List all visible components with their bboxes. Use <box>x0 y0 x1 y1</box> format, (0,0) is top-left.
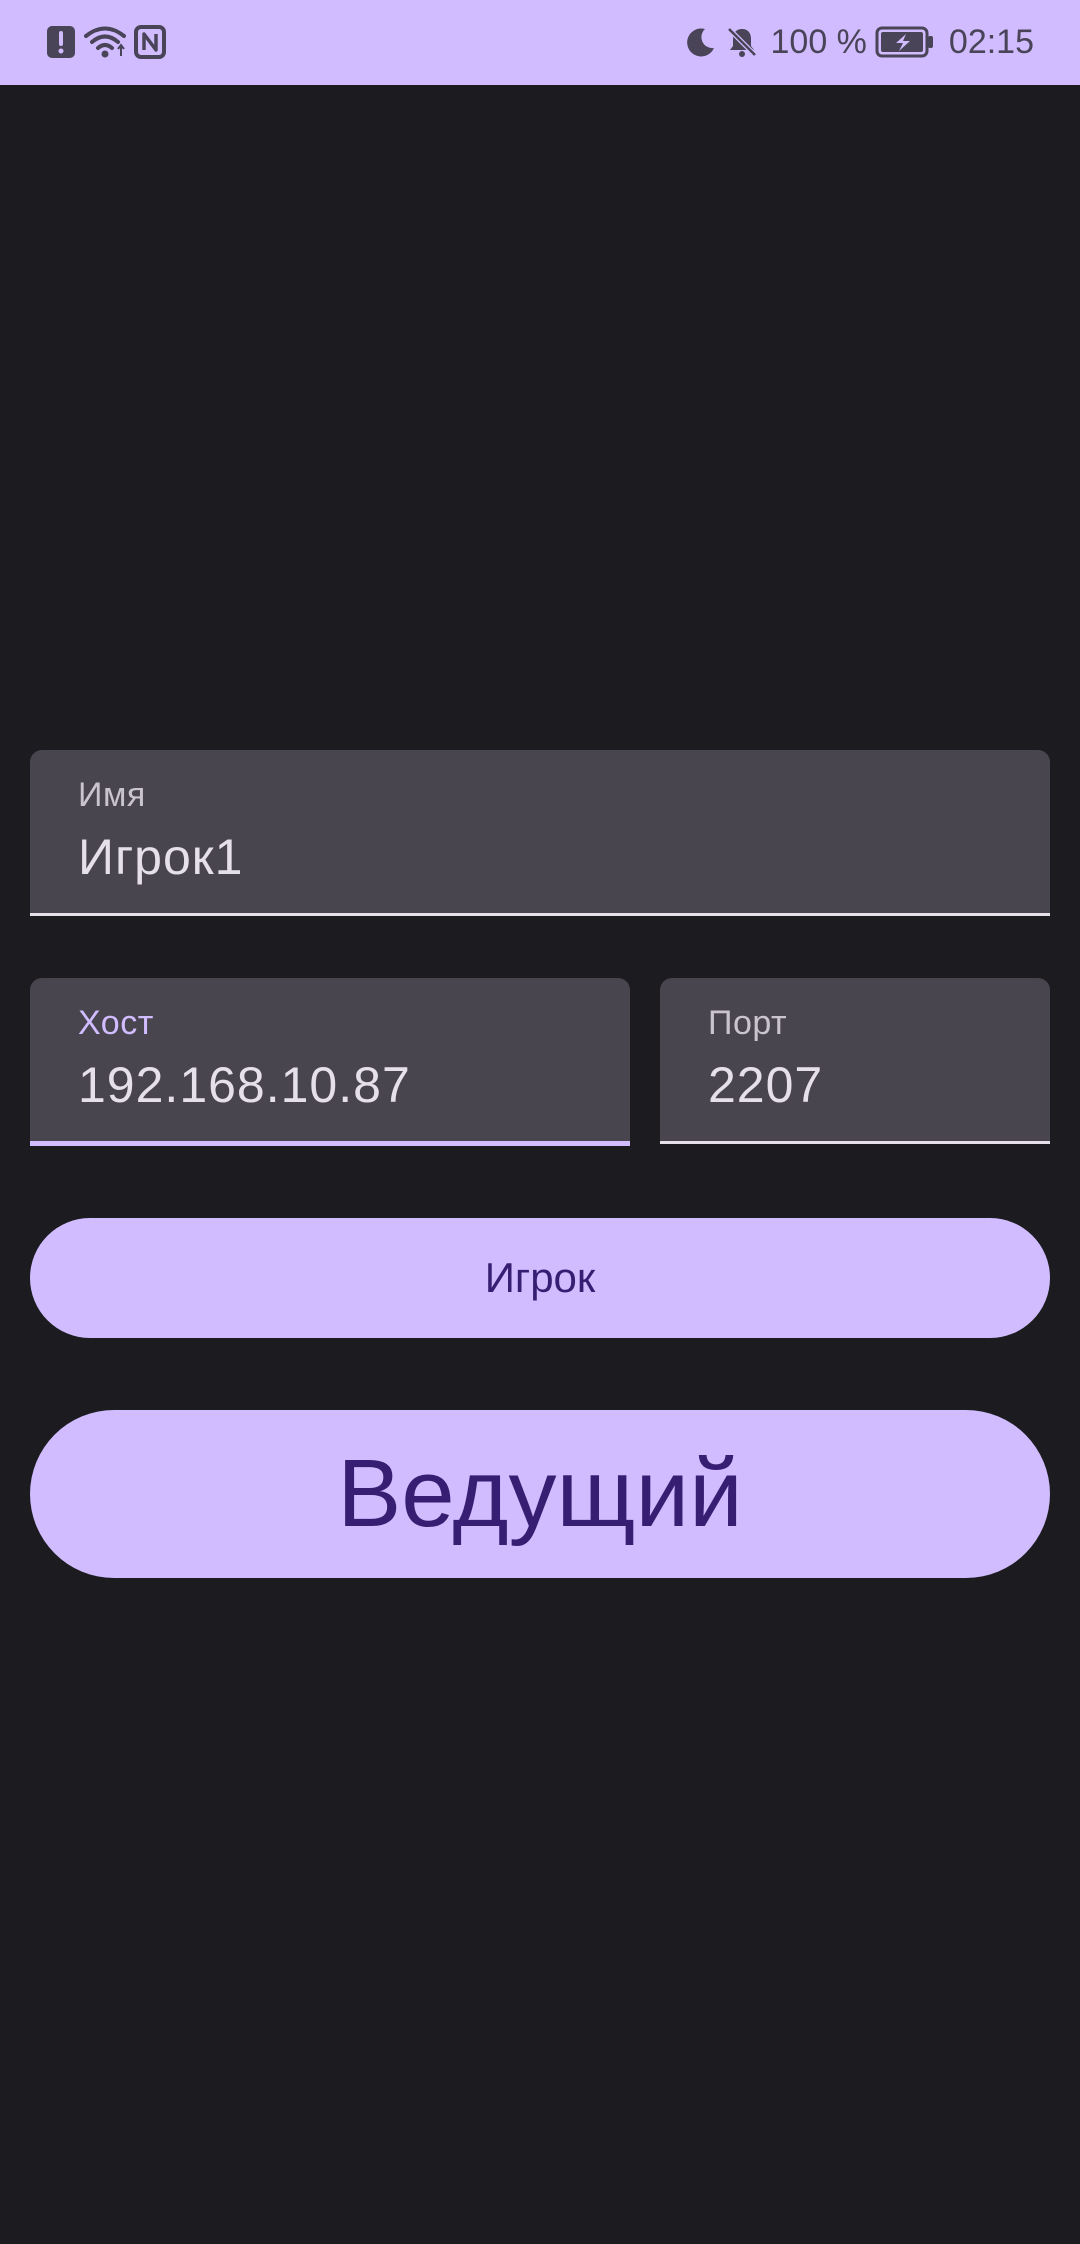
alert-icon <box>46 22 76 62</box>
port-field-value[interactable]: 2207 <box>708 1056 823 1114</box>
host-field-value[interactable]: 192.168.10.87 <box>78 1056 411 1114</box>
port-field-label: Порт <box>708 1004 788 1042</box>
do-not-disturb-moon-icon <box>685 22 717 62</box>
status-bar-left <box>46 22 166 62</box>
name-field[interactable]: Имя Игрок1 <box>30 750 1050 916</box>
host-field-label: Хост <box>78 1004 154 1042</box>
host-game-button[interactable]: Ведущий <box>30 1410 1050 1578</box>
battery-charging-icon <box>875 22 935 62</box>
battery-percent: 100 % <box>770 22 867 61</box>
clock-time: 02:15 <box>948 22 1034 61</box>
wifi-icon <box>84 22 126 62</box>
player-button[interactable]: Игрок <box>30 1218 1050 1338</box>
port-field[interactable]: Порт 2207 <box>660 978 1050 1144</box>
name-field-label: Имя <box>78 776 146 814</box>
notifications-off-icon <box>725 22 759 62</box>
status-bar-right: 100 % 02:15 <box>685 22 1034 62</box>
nfc-icon <box>134 22 166 62</box>
status-bar: 100 % 02:15 <box>0 0 1080 85</box>
host-field[interactable]: Хост 192.168.10.87 <box>30 978 630 1146</box>
name-field-value[interactable]: Игрок1 <box>78 828 243 886</box>
